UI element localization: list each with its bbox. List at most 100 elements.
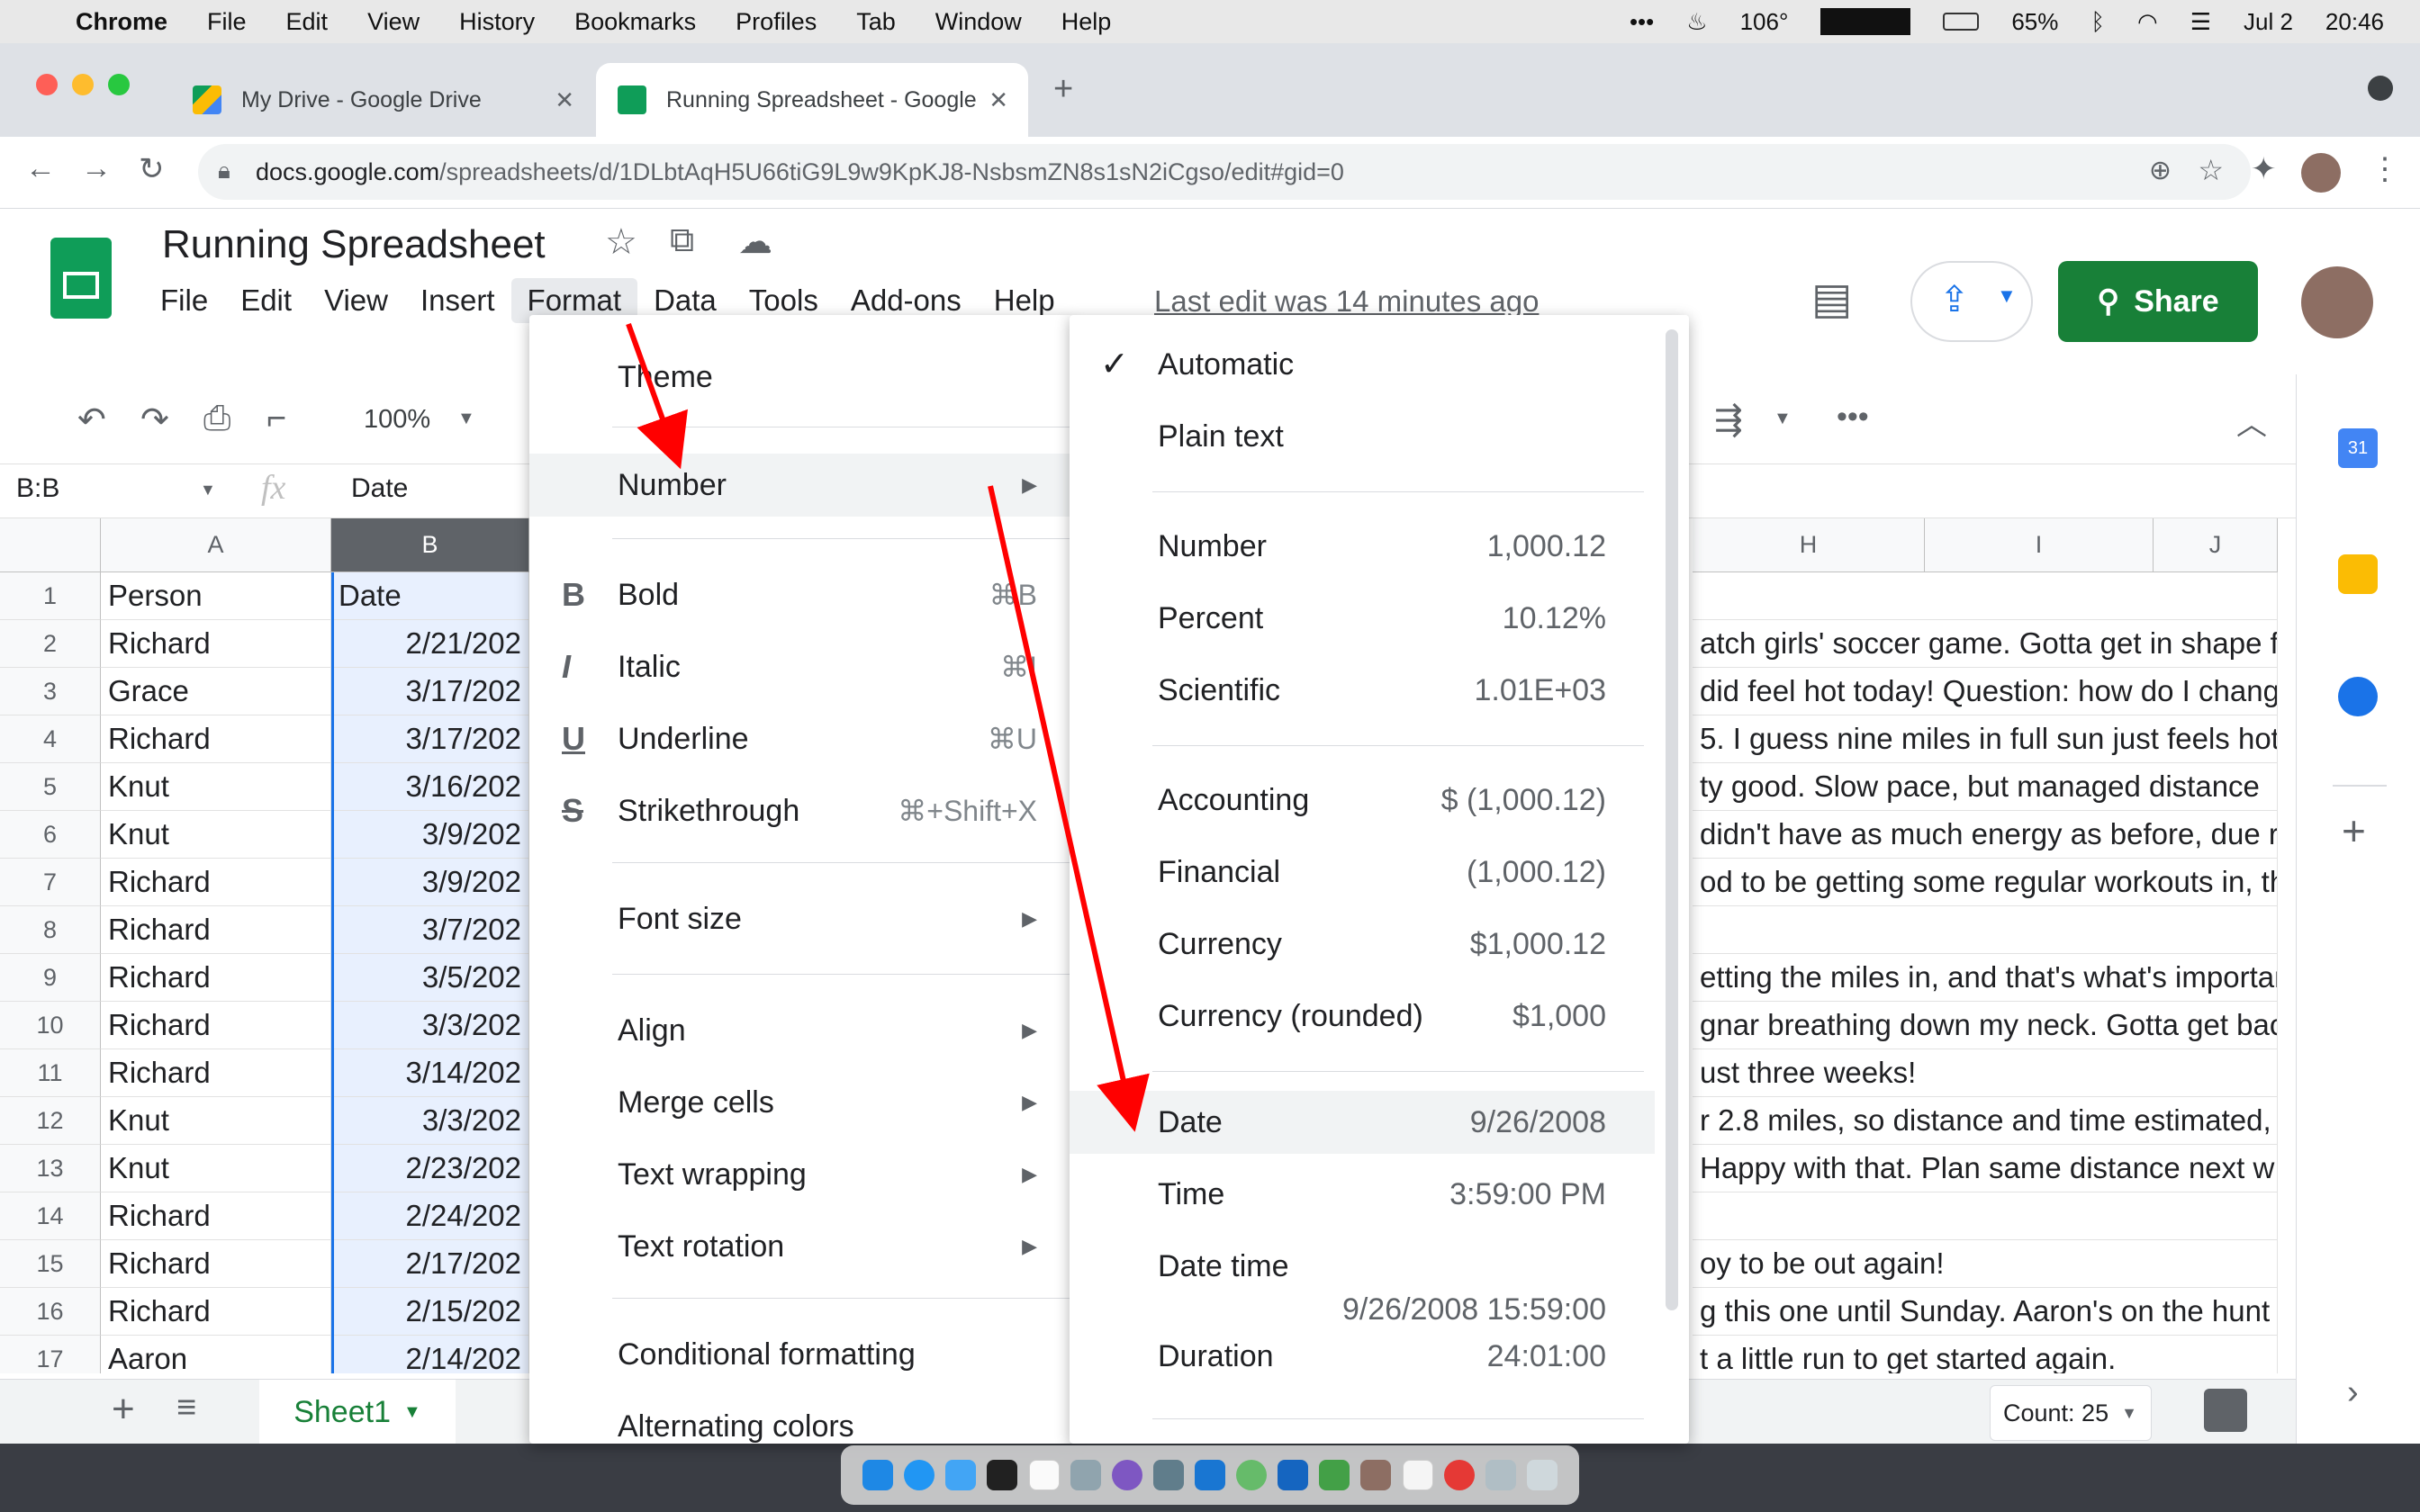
chevron-down-icon[interactable]: ▼ xyxy=(457,409,475,429)
vscode-icon[interactable] xyxy=(1278,1460,1309,1490)
mail-icon[interactable] xyxy=(945,1460,977,1490)
cell-a[interactable]: Richard xyxy=(101,906,331,954)
menu-view[interactable]: View xyxy=(308,278,404,323)
row-header[interactable]: 14 xyxy=(0,1192,101,1240)
tab-search-icon[interactable] xyxy=(2368,76,2393,101)
row-header[interactable]: 9 xyxy=(0,954,101,1002)
tasks-icon[interactable] xyxy=(2338,677,2378,716)
number-format-currency-rounded[interactable]: Currency (rounded) $1,000 xyxy=(1070,985,1655,1048)
add-sheet-icon[interactable]: + xyxy=(112,1387,135,1432)
cell-b[interactable]: 3/17/202 xyxy=(331,668,529,716)
bookmark-star-icon[interactable]: ☆ xyxy=(2198,153,2224,187)
safari-icon[interactable] xyxy=(904,1460,935,1490)
add-addon-icon[interactable]: + xyxy=(2342,806,2366,855)
battery-icon[interactable] xyxy=(1943,13,1980,31)
cell-a[interactable]: Richard xyxy=(101,859,331,906)
firefox-icon[interactable] xyxy=(1111,1460,1142,1490)
url-field[interactable]: 🔒︎ docs.google.com /spreadsheets/d/1DLbt… xyxy=(198,144,2251,200)
cell-h[interactable]: ty good. Slow pace, but managed distance xyxy=(1693,763,2278,811)
finder-icon[interactable] xyxy=(862,1460,894,1490)
bluetooth-icon[interactable]: ᛒ xyxy=(2090,8,2105,36)
cell-h[interactable]: etting the miles in, and that's what's i… xyxy=(1693,954,2278,1002)
evernote-icon[interactable] xyxy=(1236,1460,1268,1490)
cell-b[interactable]: 3/14/202 xyxy=(331,1049,529,1097)
number-format-accounting[interactable]: Accounting $ (1,000.12) xyxy=(1070,769,1655,832)
star-icon[interactable]: ☆ xyxy=(605,221,637,263)
cell-a[interactable]: Aaron xyxy=(101,1336,331,1373)
xcode-icon[interactable] xyxy=(1194,1460,1225,1490)
select-all-corner[interactable] xyxy=(0,518,101,572)
chrome-icon[interactable] xyxy=(1443,1460,1475,1490)
battery-percent[interactable]: 65% xyxy=(2011,8,2058,36)
format-menu-item-strikethrough[interactable]: S Strikethrough ⌘+Shift+X xyxy=(529,779,1073,842)
cell-h[interactable] xyxy=(1693,906,2278,954)
row-header[interactable]: 16 xyxy=(0,1288,101,1336)
chrome-menu-icon[interactable]: ⋮ xyxy=(2370,151,2400,187)
cell-a[interactable]: Richard xyxy=(101,1192,331,1240)
sheet-tab-sheet1[interactable]: Sheet1 ▼ xyxy=(259,1380,456,1444)
cell-b[interactable]: 3/17/202 xyxy=(331,716,529,763)
submenu-scrollbar[interactable] xyxy=(1666,329,1678,1310)
cell-a[interactable]: Richard xyxy=(101,1288,331,1336)
column-header-j[interactable]: J xyxy=(2154,518,2278,572)
menu-file[interactable]: File xyxy=(144,278,224,323)
cell-a[interactable]: Richard xyxy=(101,954,331,1002)
row-header[interactable]: 17 xyxy=(0,1336,101,1373)
cell-a[interactable]: Knut xyxy=(101,1145,331,1192)
cell-b[interactable]: 3/3/202 xyxy=(331,1002,529,1049)
format-menu-item-text-rotation[interactable]: Text rotation ▶ xyxy=(529,1215,1073,1278)
cell-h[interactable]: Happy with that. Plan same distance next… xyxy=(1693,1145,2278,1192)
row-header[interactable]: 11 xyxy=(0,1049,101,1097)
number-format-date-time[interactable]: Date time 9/26/2008 15:59:00 xyxy=(1070,1235,1655,1327)
cell-h[interactable]: od to be getting some regular workouts i… xyxy=(1693,859,2278,906)
flame-icon[interactable]: ♨ xyxy=(1686,8,1707,36)
format-menu-item-align[interactable]: Align ▶ xyxy=(529,999,1073,1062)
menubar-item-profiles[interactable]: Profiles xyxy=(736,8,817,36)
cell-b[interactable]: 2/21/202 xyxy=(331,620,529,668)
tab-running-spreadsheet[interactable]: Running Spreadsheet - Google ✕ xyxy=(596,63,1028,137)
text-wrap-icon[interactable]: ⇶ xyxy=(1714,400,1743,440)
close-tab-icon[interactable]: ✕ xyxy=(989,86,1008,114)
number-format-percent[interactable]: Percent 10.12% xyxy=(1070,587,1655,650)
count-summary[interactable]: Count: 25 ▼ xyxy=(1990,1385,2152,1441)
sheets-logo-icon[interactable] xyxy=(50,238,112,319)
wifi-icon[interactable]: ◠ xyxy=(2137,8,2158,36)
explore-icon[interactable] xyxy=(2204,1389,2247,1432)
chevron-down-icon[interactable]: ▼ xyxy=(1774,409,1792,429)
column-header-a[interactable]: A xyxy=(101,518,331,572)
cell-b[interactable]: 3/9/202 xyxy=(331,859,529,906)
number-format-duration[interactable]: Duration 24:01:00 xyxy=(1070,1325,1655,1388)
row-header[interactable]: 5 xyxy=(0,763,101,811)
cell-h[interactable] xyxy=(1693,572,2278,620)
new-tab-icon[interactable]: + xyxy=(1053,70,1073,109)
terminal-icon[interactable] xyxy=(987,1460,1018,1490)
number-format-financial[interactable]: Financial (1,000.12) xyxy=(1070,841,1655,904)
column-header-h[interactable]: H xyxy=(1693,518,1925,572)
cell-a[interactable]: Grace xyxy=(101,668,331,716)
minimize-window-icon[interactable] xyxy=(72,74,94,95)
last-edit-link[interactable]: Last edit was 14 minutes ago xyxy=(1154,284,1539,319)
format-menu-item-alternating-colors[interactable]: Alternating colors xyxy=(529,1395,1073,1444)
bbedit-icon[interactable] xyxy=(1070,1460,1101,1490)
cell-a[interactable]: Knut xyxy=(101,811,331,859)
cell-a[interactable]: Richard xyxy=(101,1240,331,1288)
document-title[interactable]: Running Spreadsheet xyxy=(162,209,546,281)
cell-b[interactable]: 3/3/202 xyxy=(331,1097,529,1145)
format-menu-item-bold[interactable]: B Bold ⌘B xyxy=(529,563,1073,626)
extensions-puzzle-icon[interactable]: ✦ xyxy=(2251,151,2277,187)
cell-b[interactable]: 3/9/202 xyxy=(331,811,529,859)
comments-icon[interactable]: ▤ xyxy=(1811,274,1852,324)
number-format-plain-text[interactable]: Plain text xyxy=(1070,405,1655,468)
cell-b[interactable]: 3/7/202 xyxy=(331,906,529,954)
cell-h[interactable]: t a little run to get started again. xyxy=(1693,1336,2278,1373)
cell-b[interactable]: 2/17/202 xyxy=(331,1240,529,1288)
preview-icon[interactable] xyxy=(1485,1460,1516,1490)
format-menu-item-theme[interactable]: Theme xyxy=(529,346,1073,409)
reload-icon[interactable]: ↻ xyxy=(139,151,165,187)
cell-h[interactable]: 5. I guess nine miles in full sun just f… xyxy=(1693,716,2278,763)
present-button[interactable]: ⇪ ▼ xyxy=(1910,261,2033,342)
collapse-chevron-icon[interactable]: ︿ xyxy=(2236,400,2267,444)
move-folder-icon[interactable]: ⧉ xyxy=(670,221,694,260)
number-format-date[interactable]: Date 9/26/2008 xyxy=(1070,1091,1655,1154)
row-header[interactable]: 7 xyxy=(0,859,101,906)
